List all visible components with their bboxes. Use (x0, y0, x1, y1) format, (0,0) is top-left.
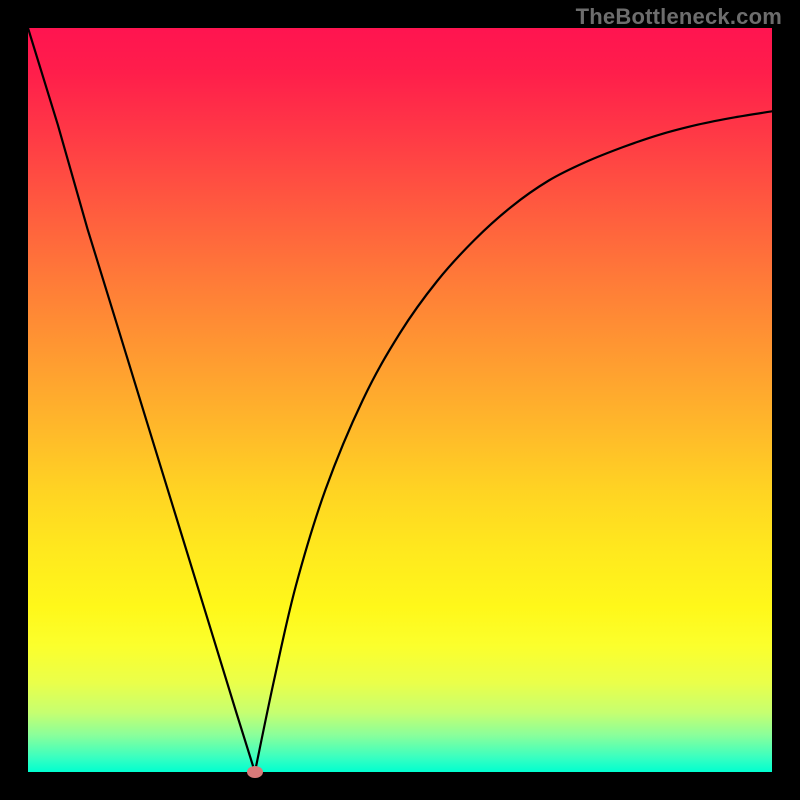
plot-area (28, 28, 772, 772)
watermark-text: TheBottleneck.com (576, 4, 782, 30)
chart-frame: TheBottleneck.com (0, 0, 800, 800)
optimal-point-marker (247, 766, 263, 778)
bottleneck-curve (28, 28, 772, 772)
